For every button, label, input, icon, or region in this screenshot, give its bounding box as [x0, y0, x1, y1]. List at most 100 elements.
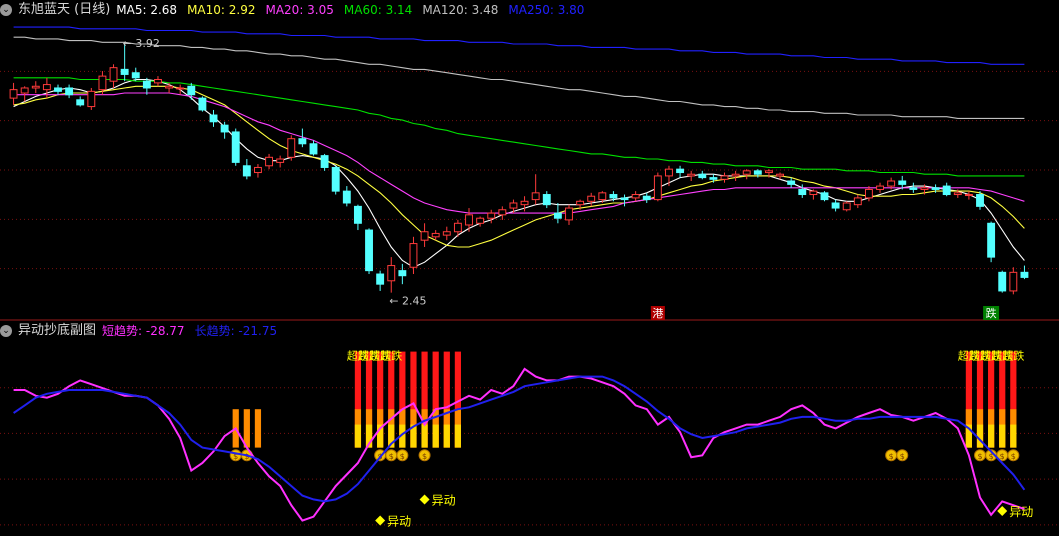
candle — [242, 159, 251, 180]
candle — [398, 263, 407, 285]
candle — [665, 165, 673, 187]
marker-die-text: 跌 — [986, 306, 997, 320]
yidong-marker: 异动 — [997, 505, 1033, 519]
candle-body — [1009, 271, 1018, 292]
candle-body — [198, 97, 207, 111]
candle — [109, 64, 118, 88]
yidong-diamond — [375, 515, 386, 526]
candle — [987, 221, 996, 263]
candle-body — [476, 217, 485, 224]
candle — [942, 182, 951, 197]
money-bag-icon: $ — [396, 449, 409, 462]
candle — [276, 155, 285, 168]
chao-die-bar — [988, 351, 995, 448]
candle — [365, 228, 373, 275]
money-bag-symbol: $ — [1011, 452, 1016, 461]
candle-body — [520, 200, 529, 206]
chao-die-bar — [965, 351, 973, 448]
candle — [787, 177, 796, 188]
chao-die-bar-orange — [243, 409, 250, 448]
money-bag-symbol: $ — [900, 452, 905, 461]
candle-body — [242, 165, 251, 177]
candle-body — [976, 194, 984, 207]
candle-body — [864, 188, 873, 199]
marker-die: 跌 — [983, 306, 1000, 320]
candle-body — [853, 197, 862, 206]
candle-body — [20, 87, 29, 94]
candle-body — [231, 131, 240, 163]
candle — [909, 182, 918, 193]
candle-body — [42, 84, 51, 91]
candle-body — [98, 75, 107, 91]
candle-body — [964, 194, 973, 197]
candle-body — [642, 195, 651, 201]
candle-body — [442, 231, 451, 236]
chao-die-bar-yellow — [988, 424, 995, 448]
candle-body — [54, 87, 62, 92]
candle — [342, 186, 351, 207]
chao-die-bar-orange — [254, 409, 262, 448]
candle — [465, 208, 473, 232]
candle-body — [76, 99, 85, 106]
candle-body — [998, 271, 1007, 292]
candle — [1020, 265, 1029, 280]
candle — [87, 87, 96, 110]
candle-body — [698, 173, 707, 179]
candle — [876, 182, 884, 193]
candle-body — [187, 85, 196, 96]
candle — [476, 216, 485, 227]
candle-body — [931, 187, 940, 190]
candle-body — [576, 200, 585, 206]
candle-body — [798, 188, 807, 196]
candle-body — [776, 173, 784, 177]
money-bag-icon: $ — [885, 449, 898, 462]
chao-die-bar-yellow — [1010, 424, 1017, 448]
candle-body — [509, 202, 518, 209]
candle-body — [765, 170, 773, 174]
money-bag-icon: $ — [385, 449, 398, 462]
candle-body — [653, 175, 662, 201]
candle-body — [742, 170, 751, 175]
candle — [176, 84, 185, 95]
candle-body — [453, 222, 462, 233]
candle-body — [31, 85, 40, 89]
candle — [731, 170, 740, 181]
candle-body — [109, 67, 118, 82]
candle-body — [176, 87, 185, 90]
chao-die-bar — [365, 351, 373, 448]
chao-die-bar — [354, 351, 362, 448]
chao-die-bar-yellow — [454, 424, 462, 448]
candle — [309, 140, 318, 156]
candle — [553, 202, 562, 224]
yidong-diamond — [997, 505, 1008, 516]
candle-body — [420, 231, 429, 241]
candle — [31, 81, 40, 94]
chao-die-bar — [1010, 351, 1017, 448]
candle-body — [498, 209, 507, 216]
candle-body — [676, 168, 685, 174]
candle-body — [720, 175, 729, 180]
candle-body — [287, 138, 296, 158]
candle-body — [431, 232, 440, 238]
candle-body — [142, 80, 151, 89]
chao-die-bar — [421, 351, 428, 448]
candle-body — [298, 138, 307, 145]
candle — [587, 192, 596, 207]
candle — [409, 236, 418, 275]
chao-die-bar — [388, 351, 395, 448]
candle — [387, 257, 396, 293]
money-bag-symbol: $ — [422, 452, 427, 461]
chao-die-label: 超跌 — [1002, 349, 1024, 363]
kline-chart[interactable]: ← 3.92← 2.45港 跌超跌超跌超跌超跌 超跌超跌超跌超跌超跌$ $ $ $ $ $ $ $… — [0, 0, 1059, 536]
money-bag-symbol: $ — [889, 452, 894, 461]
candle-body — [609, 194, 618, 199]
candle-body — [254, 166, 262, 174]
candle — [198, 96, 207, 112]
marker-gang: 港 — [650, 306, 665, 320]
candle-body — [376, 273, 385, 285]
candle — [998, 270, 1007, 293]
yidong-label: 异动 — [432, 493, 456, 507]
candle-body — [587, 195, 596, 202]
candle-body — [887, 180, 896, 187]
candle-body — [1020, 271, 1029, 278]
